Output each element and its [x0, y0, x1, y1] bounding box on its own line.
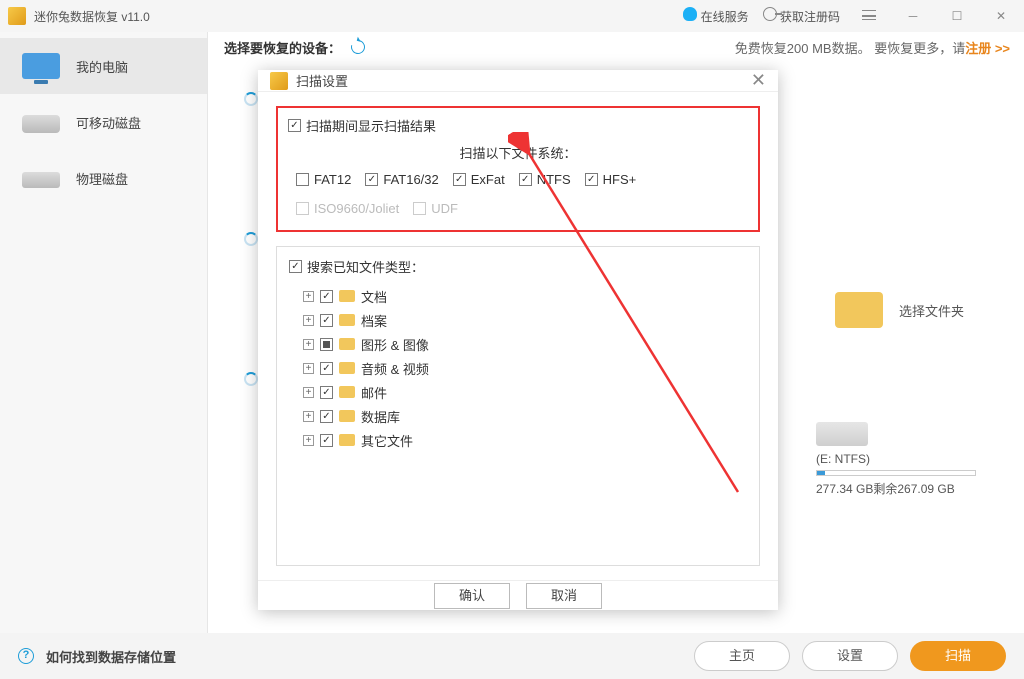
drive-label: (E: NTFS) — [816, 452, 976, 466]
close-icon[interactable]: ✕ — [751, 70, 766, 91]
register-link[interactable]: 注册 >> — [965, 41, 1010, 56]
folder-icon — [339, 314, 355, 326]
tree-item-graphics[interactable]: +图形 & 图像 — [289, 332, 747, 356]
settings-button[interactable]: 设置 — [802, 641, 898, 671]
fs-fat1632-checkbox[interactable]: ✓FAT16/32 — [365, 172, 438, 187]
file-types-panel: ✓搜索已知文件类型： +✓文档 +✓档案 +图形 & 图像 +✓音频 & 视频 … — [276, 246, 760, 566]
sidebar-item-removable[interactable]: 可移动磁盘 — [0, 94, 207, 150]
known-types-checkbox[interactable]: ✓搜索已知文件类型： — [289, 257, 424, 276]
home-button[interactable]: 主页 — [694, 641, 790, 671]
hdd-icon — [22, 172, 60, 188]
expand-icon[interactable]: + — [303, 411, 314, 422]
app-logo-icon — [270, 72, 288, 90]
scan-settings-dialog: 扫描设置 ✕ ✓扫描期间显示扫描结果 扫描以下文件系统： FAT12 ✓FAT1… — [258, 70, 778, 610]
folder-icon — [835, 292, 883, 328]
get-code-link[interactable]: 获取注册码 — [763, 7, 840, 25]
fs-title: 扫描以下文件系统： — [288, 143, 748, 162]
help-icon[interactable]: ? — [18, 648, 34, 664]
minimize-button[interactable]: － — [898, 8, 928, 25]
tree-item-mail[interactable]: +✓邮件 — [289, 380, 747, 404]
folder-icon — [339, 362, 355, 374]
dialog-title: 扫描设置 — [296, 71, 751, 90]
drive-card[interactable]: (E: NTFS) 277.34 GB剩余267.09 GB — [816, 422, 976, 497]
external-disk-icon — [22, 115, 60, 133]
expand-icon[interactable]: + — [303, 387, 314, 398]
folder-icon — [339, 410, 355, 422]
sidebar-item-label: 可移动磁盘 — [76, 113, 141, 132]
titlebar: 迷你兔数据恢复 v11.0 在线服务 获取注册码 － ☐ ✕ — [0, 0, 1024, 32]
expand-icon[interactable]: + — [303, 339, 314, 350]
bottombar: ? 如何找到数据存储位置 主页 设置 扫描 — [0, 633, 1024, 679]
tree-item-audio[interactable]: +✓音频 & 视频 — [289, 356, 747, 380]
close-window-button[interactable]: ✕ — [986, 9, 1016, 23]
sidebar-item-label: 物理磁盘 — [76, 169, 128, 188]
maximize-button[interactable]: ☐ — [942, 9, 972, 23]
key-icon — [763, 7, 777, 21]
sidebar: 我的电脑 可移动磁盘 物理磁盘 — [0, 32, 208, 633]
hamburger-icon — [862, 10, 876, 20]
drive-icon — [816, 422, 868, 446]
app-title: 迷你兔数据恢复 v11.0 — [34, 8, 683, 25]
refresh-icon[interactable] — [348, 37, 367, 56]
monitor-icon — [22, 53, 60, 79]
show-results-checkbox[interactable]: ✓扫描期间显示扫描结果 — [288, 116, 436, 135]
sidebar-item-label: 我的电脑 — [76, 57, 128, 76]
choose-folder-card[interactable]: 选择文件夹 — [835, 292, 964, 328]
promo-text: 免费恢复200 MB数据。 要恢复更多，请 — [735, 41, 965, 56]
fs-fat12-checkbox[interactable]: FAT12 — [296, 172, 351, 187]
ok-button[interactable]: 确认 — [434, 583, 510, 609]
highlight-box: ✓扫描期间显示扫描结果 扫描以下文件系统： FAT12 ✓FAT16/32 ✓E… — [276, 106, 760, 232]
dialog-titlebar: 扫描设置 ✕ — [258, 70, 778, 92]
help-link[interactable]: 如何找到数据存储位置 — [46, 647, 176, 666]
penguin-icon — [683, 7, 697, 21]
cancel-button[interactable]: 取消 — [526, 583, 602, 609]
fs-ntfs-checkbox[interactable]: ✓NTFS — [519, 172, 571, 187]
expand-icon[interactable]: + — [303, 315, 314, 326]
expand-icon[interactable]: + — [303, 363, 314, 374]
choose-folder-label: 选择文件夹 — [899, 301, 964, 320]
sidebar-item-physical[interactable]: 物理磁盘 — [0, 150, 207, 206]
folder-icon — [339, 338, 355, 350]
folder-icon — [339, 386, 355, 398]
scan-button[interactable]: 扫描 — [910, 641, 1006, 671]
tree-item-database[interactable]: +✓数据库 — [289, 404, 747, 428]
select-device-label: 选择要恢复的设备： — [224, 38, 341, 57]
tree-item-other[interactable]: +✓其它文件 — [289, 428, 747, 452]
tree-item-docs[interactable]: +✓文档 — [289, 284, 747, 308]
drive-usage-bar — [816, 470, 976, 476]
online-service-link[interactable]: 在线服务 — [683, 7, 748, 25]
folder-icon — [339, 434, 355, 446]
menu-button[interactable] — [854, 9, 884, 23]
spinner-icon — [244, 372, 258, 386]
fs-hfs-checkbox[interactable]: ✓HFS+ — [585, 172, 637, 187]
fs-udf-checkbox[interactable]: UDF — [413, 201, 458, 216]
fs-exfat-checkbox[interactable]: ✓ExFat — [453, 172, 505, 187]
file-type-tree: +✓文档 +✓档案 +图形 & 图像 +✓音频 & 视频 +✓邮件 +✓数据库 … — [289, 284, 747, 452]
drive-space: 277.34 GB剩余267.09 GB — [816, 480, 976, 497]
folder-icon — [339, 290, 355, 302]
fs-iso-checkbox[interactable]: ISO9660/Joliet — [296, 201, 399, 216]
app-logo-icon — [8, 7, 26, 25]
expand-icon[interactable]: + — [303, 291, 314, 302]
tree-item-archive[interactable]: +✓档案 — [289, 308, 747, 332]
spinner-icon — [244, 232, 258, 246]
sidebar-item-my-computer[interactable]: 我的电脑 — [0, 38, 207, 94]
spinner-icon — [244, 92, 258, 106]
expand-icon[interactable]: + — [303, 435, 314, 446]
